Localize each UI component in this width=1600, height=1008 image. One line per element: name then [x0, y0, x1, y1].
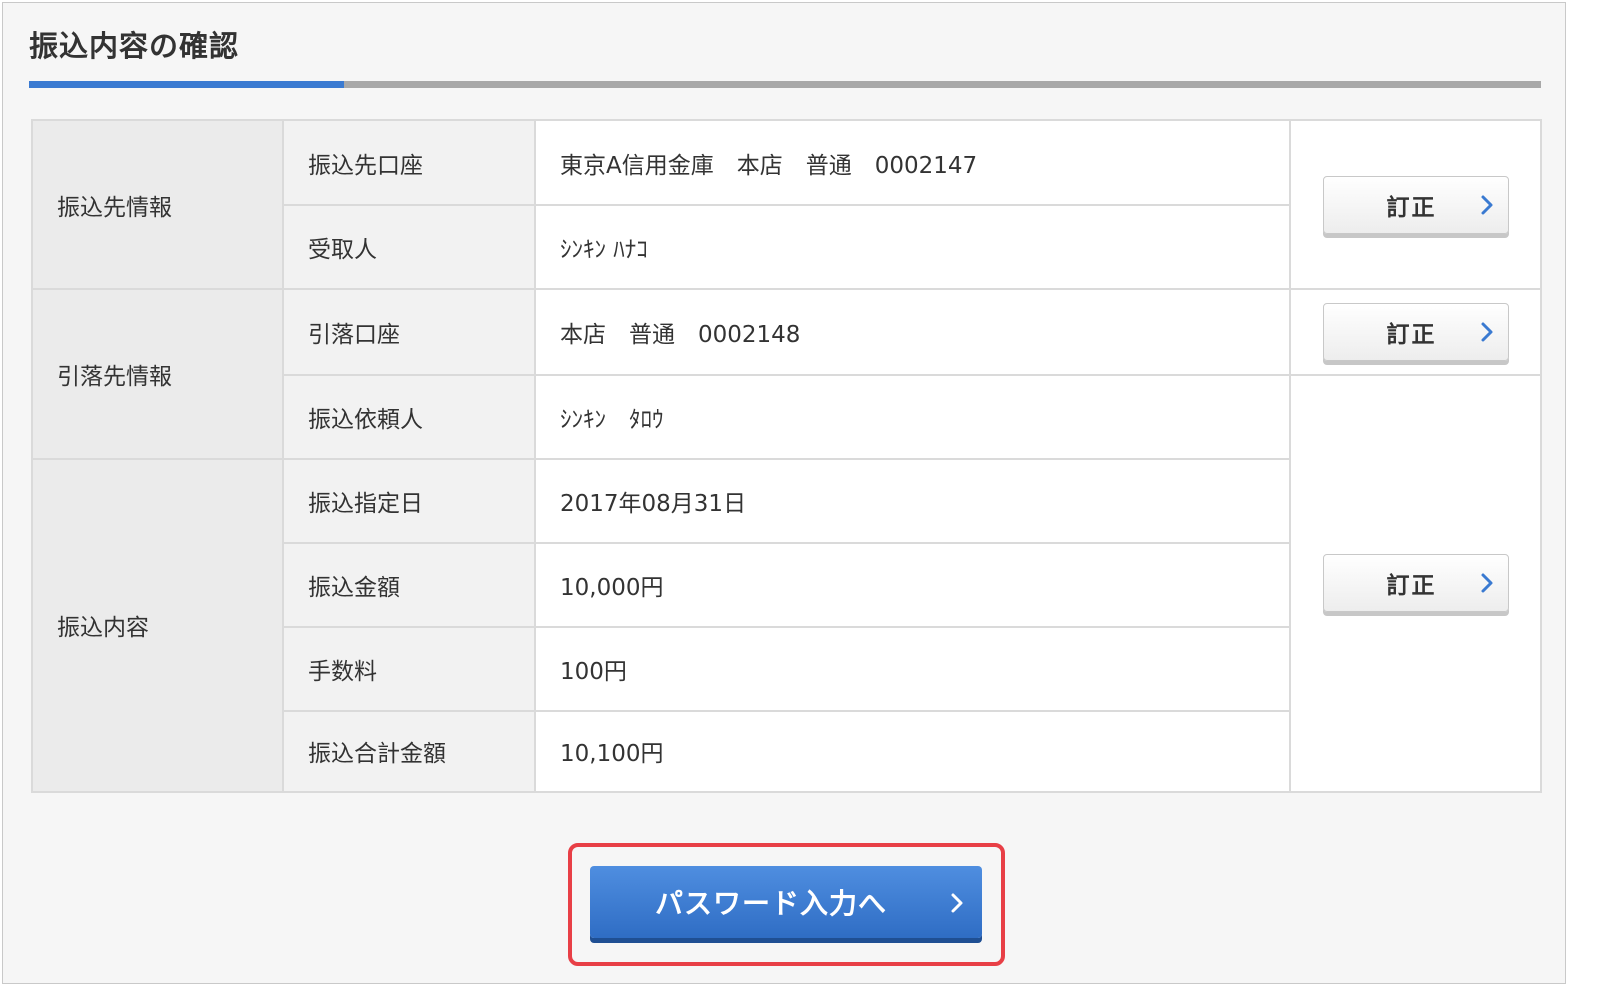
chevron-right-icon — [1481, 573, 1492, 593]
password-input-button[interactable]: パスワード入力へ — [590, 866, 982, 938]
label-transfer-amount: 振込金額 — [284, 543, 536, 627]
row-divider — [284, 626, 1291, 628]
label-debit-account: 引落口座 — [284, 289, 536, 375]
row-divider — [33, 458, 1291, 460]
value-total-amount: 10,100円 — [536, 711, 1291, 791]
row-divider — [33, 288, 1540, 290]
row-divider — [284, 204, 1291, 206]
fix-debit-button-label: 訂正 — [1386, 322, 1437, 348]
fix-cell-content: 訂正 — [1291, 375, 1540, 791]
value-debit-account: 本店 普通 0002148 — [536, 289, 1291, 375]
page-title: 振込内容の確認 — [29, 29, 240, 63]
chevron-right-icon — [1481, 195, 1492, 215]
value-fee: 100円 — [536, 627, 1291, 711]
value-transfer-amount: 10,000円 — [536, 543, 1291, 627]
value-recipient: ｼﾝｷﾝ ﾊﾅｺ — [536, 205, 1291, 289]
row-divider — [284, 542, 1291, 544]
title-underline-accent — [29, 81, 344, 88]
category-debit-info: 引落先情報 — [33, 289, 284, 459]
row-divider — [284, 710, 1291, 712]
label-requester: 振込依頼人 — [284, 375, 536, 459]
label-recipient: 受取人 — [284, 205, 536, 289]
title-underline — [29, 81, 1541, 88]
fix-cell-debit: 訂正 — [1291, 289, 1540, 375]
fix-content-button[interactable]: 訂正 — [1322, 554, 1509, 612]
value-payee-account: 東京A信用金庫 本店 普通 0002147 — [536, 121, 1291, 205]
value-transfer-date: 2017年08月31日 — [536, 459, 1291, 543]
chevron-right-icon — [1481, 322, 1492, 342]
label-fee: 手数料 — [284, 627, 536, 711]
transfer-details-table: 振込先情報 引落先情報 振込内容 振込先口座 受取人 引落口座 振込依頼人 振込… — [31, 119, 1542, 793]
fix-cell-payee: 訂正 — [1291, 121, 1540, 289]
value-requester: ｼﾝｷﾝ ﾀﾛｳ — [536, 375, 1291, 459]
category-transfer-content: 振込内容 — [33, 459, 284, 791]
fix-content-button-label: 訂正 — [1386, 573, 1437, 599]
category-payee-info: 振込先情報 — [33, 121, 284, 289]
fix-payee-button[interactable]: 訂正 — [1322, 176, 1509, 234]
label-total-amount: 振込合計金額 — [284, 711, 536, 791]
confirmation-panel: 振込内容の確認 振込先情報 引落先情報 振込内容 振込先口座 受取人 引落口座 … — [2, 2, 1566, 984]
label-transfer-date: 振込指定日 — [284, 459, 536, 543]
row-divider — [284, 374, 1540, 376]
fix-debit-button[interactable]: 訂正 — [1322, 303, 1509, 361]
password-input-button-label: パスワード入力へ — [654, 887, 887, 920]
fix-payee-button-label: 訂正 — [1386, 195, 1437, 221]
label-payee-account: 振込先口座 — [284, 121, 536, 205]
chevron-right-icon — [951, 893, 963, 913]
